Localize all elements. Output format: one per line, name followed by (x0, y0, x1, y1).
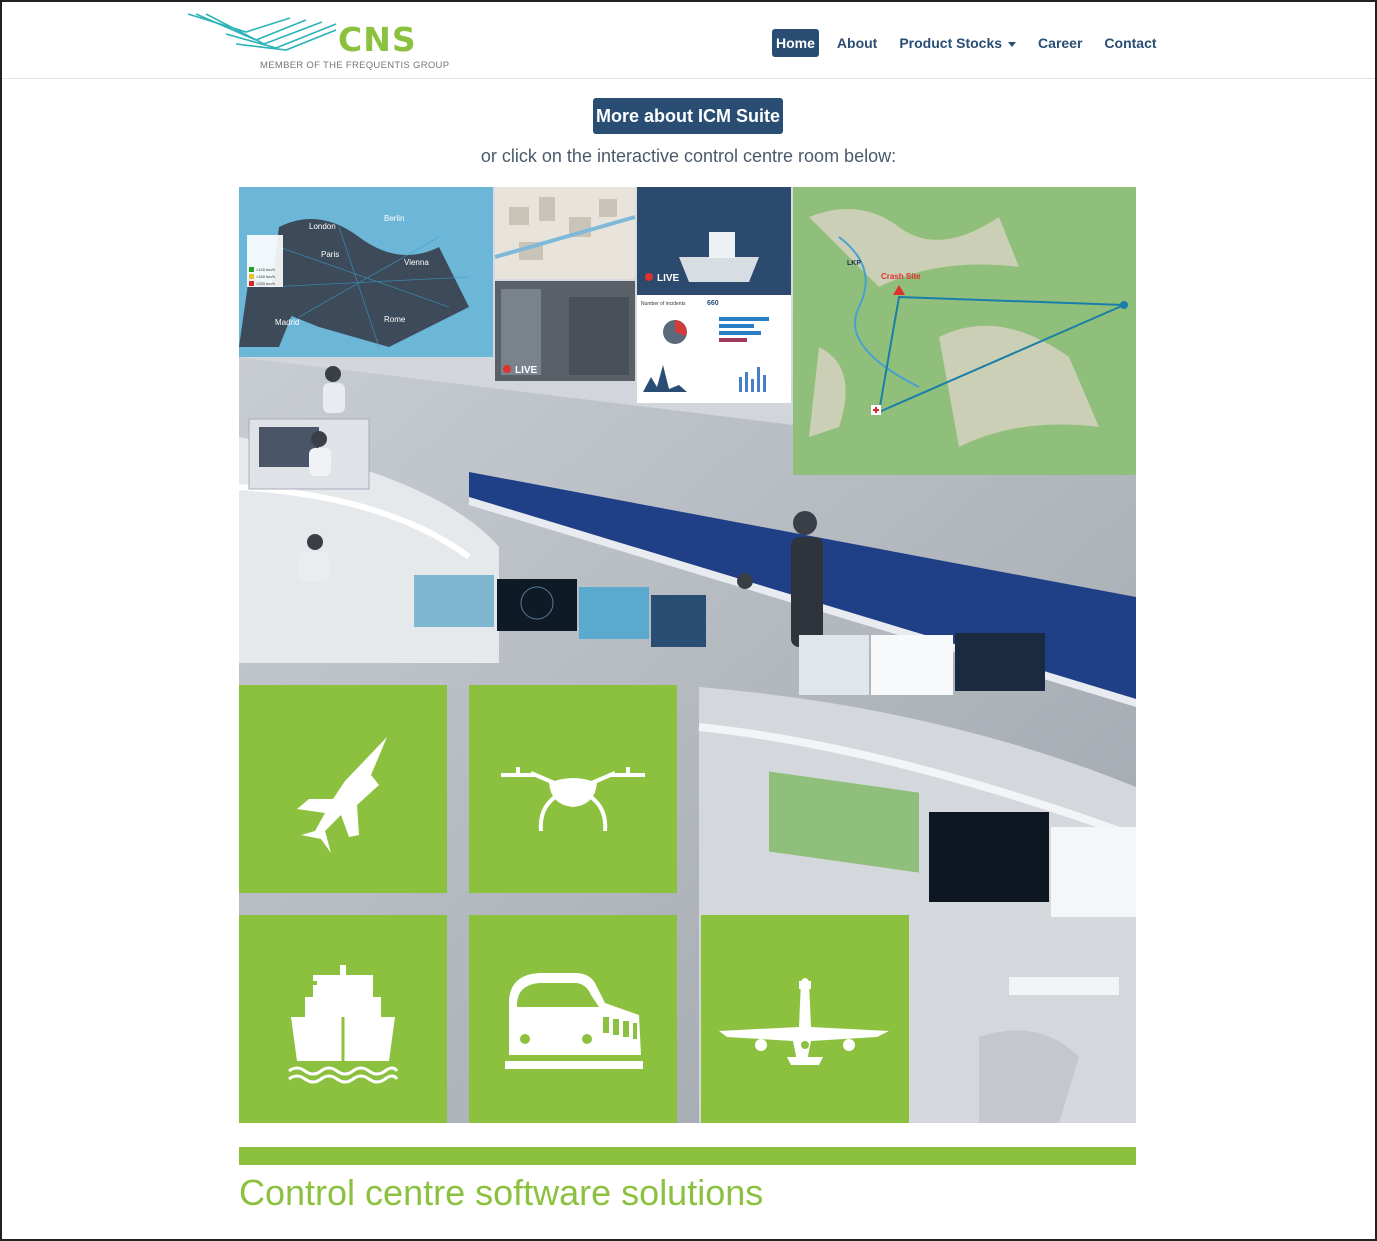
tile-railway[interactable] (469, 915, 677, 1123)
map-label-london: London (309, 222, 336, 231)
brand-name[interactable]: CNS (338, 20, 417, 59)
tile-drones[interactable] (469, 685, 677, 893)
nav-home[interactable]: Home (772, 29, 819, 57)
main-nav: Home About Product Stocks Career Contact (772, 29, 1175, 57)
map-label-rome: Rome (384, 315, 406, 324)
nav-contact[interactable]: Contact (1100, 29, 1160, 57)
map-label-madrid: Madrid (275, 318, 299, 327)
nav-product-stocks[interactable]: Product Stocks (895, 29, 1020, 57)
tile-military-aviation[interactable] (239, 685, 447, 893)
tile-maritime[interactable] (239, 915, 447, 1123)
section-divider (239, 1147, 1136, 1165)
dashboard-total: 660 (707, 300, 719, 307)
dashboard-title: Number of incidents (641, 301, 686, 307)
train-icon (505, 973, 643, 1069)
map-label-vienna: Vienna (404, 258, 429, 267)
fighter-jet-icon (297, 737, 387, 853)
nav-about[interactable]: About (833, 29, 881, 57)
chevron-down-icon (1008, 41, 1017, 47)
nav-product-stocks-label: Product Stocks (899, 35, 1003, 51)
nav-career[interactable]: Career (1034, 29, 1086, 57)
instruction-text: or click on the interactive control cent… (480, 146, 897, 166)
legend-speed-3: >220 km/h (256, 281, 275, 286)
legend-speed-2: <160 km/h (256, 274, 275, 279)
map-crash-site-label: Crash Site (881, 272, 921, 281)
legend-speed-1: <120 km/h (256, 267, 275, 272)
map-label-paris: Paris (321, 250, 339, 259)
section-title: Control centre software solutions (239, 1172, 764, 1213)
live-badge-subway: LIVE (515, 365, 538, 376)
map-lkp-label: LKP (847, 260, 861, 267)
map-label-berlin: Berlin (384, 214, 404, 223)
tile-civil-aviation[interactable] (701, 915, 909, 1123)
airplane-icon (719, 978, 889, 1065)
site-header: CNS MEMBER OF THE FREQUENTIS GROUP Home … (2, 2, 1375, 79)
brand-tagline: MEMBER OF THE FREQUENTIS GROUP (260, 60, 450, 71)
drone-icon (501, 767, 645, 832)
live-badge-ship: LIVE (657, 273, 680, 284)
ship-icon (288, 965, 399, 1084)
more-about-icm-button[interactable]: More about ICM Suite (593, 98, 783, 134)
